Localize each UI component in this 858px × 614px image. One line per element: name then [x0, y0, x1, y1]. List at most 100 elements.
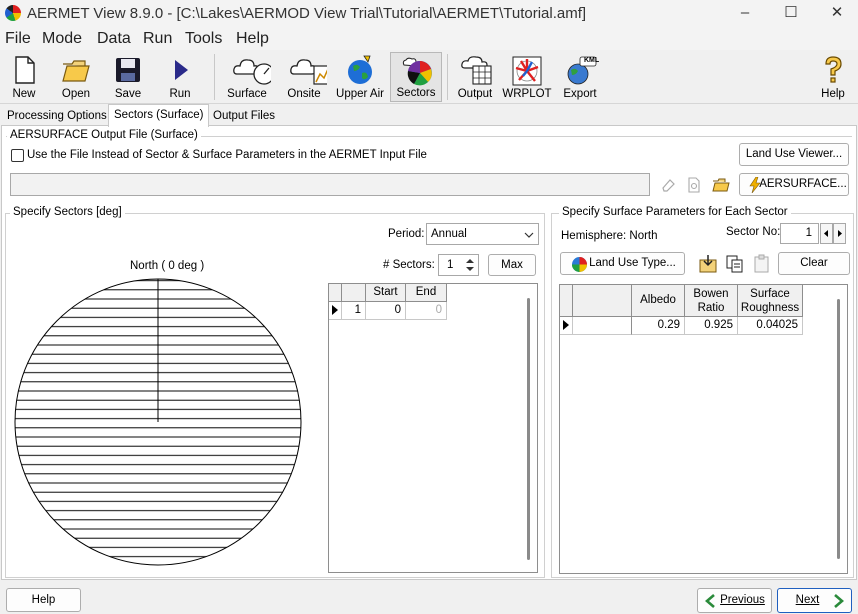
albedo-cell[interactable]: 0.29: [632, 317, 685, 335]
use-file-checkbox-label: Use the File Instead of Sector & Surface…: [27, 149, 427, 161]
run-label: Run: [169, 88, 191, 100]
triangle-right-icon: [838, 230, 842, 237]
menu-data[interactable]: Data: [97, 30, 131, 48]
new-button[interactable]: New: [2, 52, 46, 102]
save-button[interactable]: Save: [104, 52, 152, 102]
menu-bar: File Mode Data Run Tools Help: [0, 28, 858, 50]
next-button[interactable]: Next: [777, 588, 852, 613]
sector-next-button[interactable]: [833, 223, 846, 244]
onsite-button[interactable]: Onsite: [278, 52, 330, 102]
menu-mode[interactable]: Mode: [42, 30, 82, 48]
tab-processing-options[interactable]: Processing Options: [2, 107, 112, 127]
paste-icon[interactable]: [752, 254, 774, 274]
sectors-button[interactable]: Sectors: [390, 52, 442, 102]
help-toolbar-label: Help: [821, 88, 845, 100]
albedo-column-header: Albedo: [632, 285, 685, 317]
menu-run[interactable]: Run: [143, 30, 172, 48]
question-mark-icon: [825, 56, 842, 83]
use-file-checkbox[interactable]: [11, 149, 24, 162]
sector-start-cell[interactable]: 0: [366, 302, 406, 320]
bowen-ratio-cell[interactable]: 0.925: [685, 317, 738, 335]
clear-button[interactable]: Clear: [778, 252, 850, 275]
copy-icon[interactable]: [725, 254, 747, 274]
toolbar-separator: [214, 54, 215, 100]
title-bar: AERMET View 8.9.0 - [C:\Lakes\AERMOD Vie…: [0, 0, 858, 28]
sector-row-index: 1: [342, 302, 366, 320]
sectors-pie-icon: [402, 57, 432, 86]
surface-roughness-cell[interactable]: 0.04025: [738, 317, 803, 335]
aersurface-button-label: AERSURFACE...: [759, 178, 847, 190]
surface-roughness-column-header: Surface Roughness: [738, 285, 803, 317]
surface-button[interactable]: Surface: [220, 52, 274, 102]
max-button[interactable]: Max: [488, 254, 536, 276]
sector-end-cell[interactable]: 0: [406, 302, 447, 320]
row-pointer-icon: [563, 320, 569, 330]
land-use-viewer-button[interactable]: Land Use Viewer...: [739, 143, 849, 166]
previous-chevron-icon: [705, 594, 715, 608]
toolbar: New Open Save Run Surface Onsite Upper A…: [0, 50, 858, 104]
output-label: Output: [457, 88, 493, 100]
bowen-ratio-column-header: Bowen Ratio: [685, 285, 738, 317]
row-pointer-icon: [332, 305, 338, 315]
maximize-button[interactable]: ☐: [768, 0, 814, 28]
surface-label: Surface: [227, 88, 267, 100]
export-button[interactable]: KML Export: [556, 52, 604, 102]
surface-grid-scrollbar[interactable]: [833, 285, 847, 573]
land-use-type-button[interactable]: Land Use Type...: [560, 252, 685, 275]
wind-rose-icon: [512, 56, 542, 86]
sectors-grid: Start End 1 0 0: [328, 283, 538, 573]
tab-sectors-surface[interactable]: Sectors (Surface): [108, 104, 210, 127]
wrplot-label: WRPLOT: [502, 88, 552, 100]
row-selector[interactable]: [560, 317, 573, 335]
preview-file-icon[interactable]: [683, 175, 705, 195]
menu-help[interactable]: Help: [236, 30, 269, 48]
export-label: Export: [563, 88, 597, 100]
sectors-label: Sectors: [396, 87, 436, 99]
hemisphere-label: Hemisphere: North: [561, 230, 658, 242]
period-select[interactable]: Annual: [426, 223, 539, 245]
sectors-grid-scrollbar[interactable]: [523, 284, 537, 572]
surface-grid: Albedo Bowen Ratio Surface Roughness 0.2…: [559, 284, 848, 574]
open-button[interactable]: Open: [52, 52, 100, 102]
aersurface-button[interactable]: AERSURFACE...: [739, 173, 849, 196]
sector-no-field[interactable]: 1: [780, 223, 819, 244]
close-button[interactable]: ✕: [814, 0, 858, 28]
onsite-label: Onsite: [287, 88, 321, 100]
tab-output-files[interactable]: Output Files: [208, 107, 280, 127]
bottom-bar: Help Previous Next: [0, 580, 858, 614]
menu-file[interactable]: File: [5, 30, 31, 48]
help-button[interactable]: Help: [6, 588, 81, 612]
menu-tools[interactable]: Tools: [185, 30, 222, 48]
aersurface-group-title: AERSURFACE Output File (Surface): [7, 129, 201, 141]
eraser-icon[interactable]: [657, 175, 679, 195]
start-column-header: Start: [366, 284, 406, 302]
globe-icon: [348, 55, 372, 84]
toolbar-separator: [447, 54, 448, 100]
run-button[interactable]: Run: [158, 52, 202, 102]
import-icon[interactable]: [698, 254, 720, 274]
sector-prev-button[interactable]: [820, 223, 833, 244]
num-sectors-spinner[interactable]: 1: [438, 254, 479, 276]
chevron-down-icon: [524, 232, 534, 238]
next-label: Next: [795, 594, 820, 606]
previous-button[interactable]: Previous: [697, 588, 772, 613]
previous-label: Previous: [720, 594, 765, 606]
help-toolbar-button[interactable]: Help: [812, 52, 854, 102]
kml-badge: KML: [584, 57, 600, 64]
wrplot-button[interactable]: WRPLOT: [502, 52, 552, 102]
surface-params-group-title: Specify Surface Parameters for Each Sect…: [559, 206, 791, 218]
spinner-arrows-icon[interactable]: [464, 257, 476, 273]
upper-air-button[interactable]: Upper Air: [334, 52, 386, 102]
minimize-button[interactable]: –: [722, 0, 768, 28]
index-header: [342, 284, 366, 302]
row-selector[interactable]: [329, 302, 342, 320]
output-button[interactable]: Output: [452, 52, 498, 102]
land-use-type-label: Land Use Type...: [589, 257, 676, 269]
cloud-chart-icon: [290, 59, 327, 85]
aersurface-file-path[interactable]: [10, 173, 650, 196]
window-title: AERMET View 8.9.0 - [C:\Lakes\AERMOD Vie…: [27, 5, 587, 22]
sectors-group-title: Specify Sectors [deg]: [10, 206, 125, 218]
end-column-header: End: [406, 284, 447, 302]
sector-circle: [14, 278, 302, 566]
browse-folder-icon[interactable]: [709, 175, 733, 195]
